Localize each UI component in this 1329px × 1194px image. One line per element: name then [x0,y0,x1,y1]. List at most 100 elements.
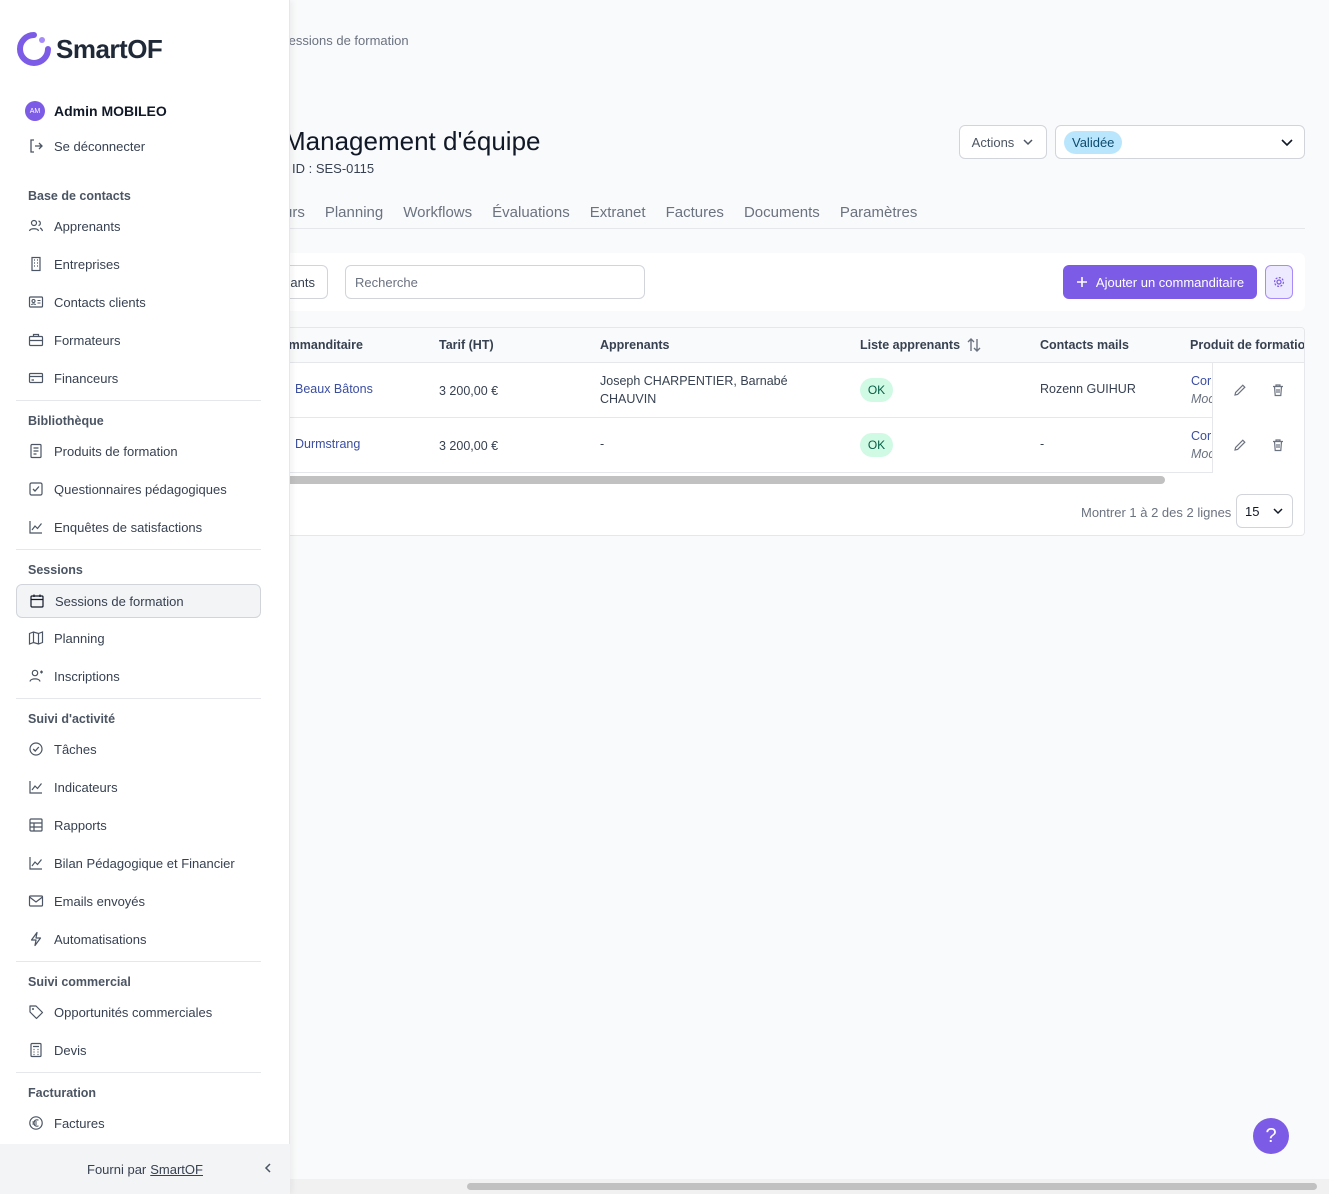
commanditaire-link[interactable]: Durmstrang [295,437,360,451]
sidebar-item-opportunites[interactable]: Opportunités commerciales [16,995,261,1029]
footer-link[interactable]: SmartOF [150,1162,203,1177]
edit-button[interactable] [1231,436,1249,454]
sidebar-footer: Fourni par SmartOF [0,1144,290,1194]
sidebar-item-taches[interactable]: Tâches [16,732,261,766]
actions-dropdown[interactable]: Actions [959,125,1047,159]
logout-button[interactable]: Se déconnecter [16,129,261,163]
add-commanditaire-button[interactable]: Ajouter un commanditaire [1063,265,1257,299]
column-header-liste-apprenants[interactable]: Liste apprenants [860,338,960,352]
column-header-tarif[interactable]: Tarif (HT) [439,338,494,352]
id-card-icon [28,294,44,310]
sidebar-item-devis[interactable]: Devis [16,1033,261,1067]
pencil-icon [1234,439,1246,451]
sidebar-item-label: Planning [54,630,105,646]
status-select[interactable]: Validée [1055,125,1305,159]
status-badge: OK [860,378,893,402]
tag-icon [28,1004,44,1020]
chevron-left-icon [264,1163,271,1173]
produit-link[interactable]: Cor [1191,429,1211,443]
column-header-contacts-mails[interactable]: Contacts mails [1040,338,1129,352]
table-footer: Montrer 1 à 2 des 2 lignes 15 [285,488,1304,535]
produit-link[interactable]: Cor [1191,374,1211,388]
sidebar-item-label: Contacts clients [54,294,146,310]
sidebar-item-sessions-formation[interactable]: Sessions de formation [16,584,261,618]
edit-button[interactable] [1231,381,1249,399]
sidebar-item-automatisations[interactable]: Automatisations [16,922,261,956]
tab-evaluations[interactable]: Évaluations [492,196,570,228]
mail-icon [28,893,44,909]
scrollbar-thumb[interactable] [467,1183,1317,1190]
chevron-down-icon [1281,139,1293,147]
section-activity: Suivi d'activité [28,712,116,726]
column-settings-button[interactable] [1265,265,1293,299]
credit-card-icon [28,370,44,386]
sort-icon[interactable] [966,337,982,353]
page-horizontal-scrollbar[interactable] [290,1179,1329,1194]
logo-text: SmartOF [56,33,163,64]
checkbox-icon [28,481,44,497]
briefcase-icon [28,332,44,348]
add-commanditaire-label: Ajouter un commanditaire [1095,274,1245,290]
avatar: AM [25,101,45,121]
logo[interactable]: SmartOF [16,31,163,67]
sidebar-item-label: Indicateurs [54,779,118,795]
sidebar-item-entreprises[interactable]: Entreprises [16,247,261,281]
tab-documents[interactable]: Documents [744,196,820,228]
sidebar-item-contacts-clients[interactable]: Contacts clients [16,285,261,319]
search-input[interactable] [345,265,645,299]
column-header-produit[interactable]: Produit de formation [1190,338,1304,352]
sidebar-item-label: Questionnaires pédagogiques [54,481,227,497]
sidebar-item-label: Automatisations [54,931,147,947]
section-billing: Facturation [28,1086,97,1100]
check-circle-icon [28,741,44,757]
sidebar-item-bilan[interactable]: Bilan Pédagogique et Financier [16,846,261,880]
sidebar-item-enquetes[interactable]: Enquêtes de satisfactions [16,510,261,544]
tab-parametres[interactable]: Paramètres [840,196,918,228]
sidebar-item-label: Produits de formation [54,443,178,459]
column-header-apprenants[interactable]: Apprenants [600,338,669,352]
collapse-sidebar-button[interactable] [260,1160,276,1176]
user-profile[interactable]: AM Admin MOBILEO [25,101,167,121]
delete-button[interactable] [1269,381,1287,399]
pencil-icon [1234,384,1246,396]
apprenants-value-continued: CHAUVIN [600,392,657,406]
column-header-commanditaire[interactable]: ommanditaire [285,338,363,352]
plus-icon [1076,277,1087,287]
page-title: Management d'équipe [284,126,541,156]
sidebar-item-produits[interactable]: Produits de formation [16,434,261,468]
divider [16,961,261,962]
divider [16,1072,261,1073]
sidebar-item-factures[interactable]: Factures [16,1106,261,1140]
help-button[interactable]: ? [1253,1118,1289,1154]
sidebar-item-questionnaires[interactable]: Questionnaires pédagogiques [16,472,261,506]
rows-info: Montrer 1 à 2 des 2 lignes [1081,505,1232,520]
sidebar-item-label: Financeurs [54,370,119,386]
sidebar-item-apprenants[interactable]: Apprenants [16,209,261,243]
sidebar-item-formateurs[interactable]: Formateurs [16,323,261,357]
tab-planning[interactable]: Planning [325,196,383,228]
sidebar-item-label: Factures [54,1115,105,1131]
logout-label: Se déconnecter [54,138,146,154]
delete-button[interactable] [1269,436,1287,454]
row-actions [1212,418,1304,473]
sidebar-item-indicateurs[interactable]: Indicateurs [16,770,261,804]
sidebar-item-inscriptions[interactable]: Inscriptions [16,659,261,693]
tab-factures[interactable]: Factures [666,196,724,228]
tab-extranet[interactable]: Extranet [590,196,646,228]
sidebar-item-label: Enquêtes de satisfactions [54,519,203,535]
sidebar-item-emails[interactable]: Emails envoyés [16,884,261,918]
tab-workflows[interactable]: Workflows [403,196,472,228]
sidebar-item-planning[interactable]: Planning [16,621,261,655]
contact-value: Rozenn GUIHUR [1040,382,1136,396]
section-sessions: Sessions [28,563,83,577]
sidebar-item-financeurs[interactable]: Financeurs [16,361,261,395]
commanditaire-link[interactable]: Beaux Bâtons [295,382,373,396]
rows-per-page-select[interactable]: 15 [1236,494,1293,528]
divider [16,400,261,401]
user-name: Admin MOBILEO [54,103,167,119]
breadcrumb[interactable]: Sessions de formation [280,33,409,48]
sidebar-item-label: Devis [54,1042,87,1058]
sidebar-item-rapports[interactable]: Rapports [16,808,261,842]
table-horizontal-scrollbar[interactable] [285,476,1165,484]
footer-prefix: Fourni par [87,1161,147,1177]
